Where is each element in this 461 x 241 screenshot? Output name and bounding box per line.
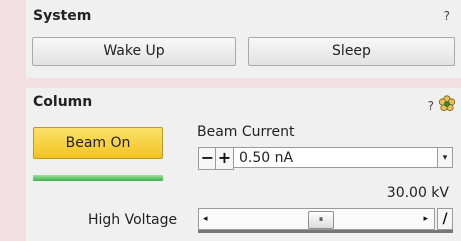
system-title: System (33, 8, 92, 24)
wake-up-button[interactable]: Wake Up (32, 37, 236, 66)
high-voltage-slider[interactable]: ◂ ⏸ ▸ (198, 208, 435, 230)
column-help-icon[interactable]: ? (428, 99, 434, 113)
beam-current-label: Beam Current (197, 124, 295, 140)
high-voltage-toggle-button[interactable]: / (437, 208, 453, 230)
slider-thumb[interactable]: ⏸ (308, 211, 334, 229)
beam-current-dropdown-icon[interactable]: ▾ (437, 147, 453, 168)
system-panel: System ? Wake Up Sleep (26, 0, 461, 78)
column-panel: Column ? Beam On Beam Current − + 0.50 n… (26, 88, 461, 241)
beam-current-input[interactable]: 0.50 nA (233, 147, 438, 168)
high-voltage-label: High Voltage (88, 212, 178, 228)
system-help-icon[interactable]: ? (444, 9, 450, 23)
flower-icon[interactable] (438, 95, 456, 113)
high-voltage-underline (198, 230, 453, 233)
high-voltage-readout: 30.00 kV (386, 185, 449, 201)
column-title: Column (33, 94, 93, 110)
beam-status-bar (33, 175, 163, 181)
slider-left-arrow-icon[interactable]: ◂ (203, 209, 208, 230)
beam-current-increase-button[interactable]: + (215, 147, 234, 170)
sleep-button[interactable]: Sleep (248, 37, 455, 66)
beam-on-button[interactable]: Beam On (33, 127, 163, 159)
slider-right-arrow-icon[interactable]: ▸ (423, 209, 428, 230)
